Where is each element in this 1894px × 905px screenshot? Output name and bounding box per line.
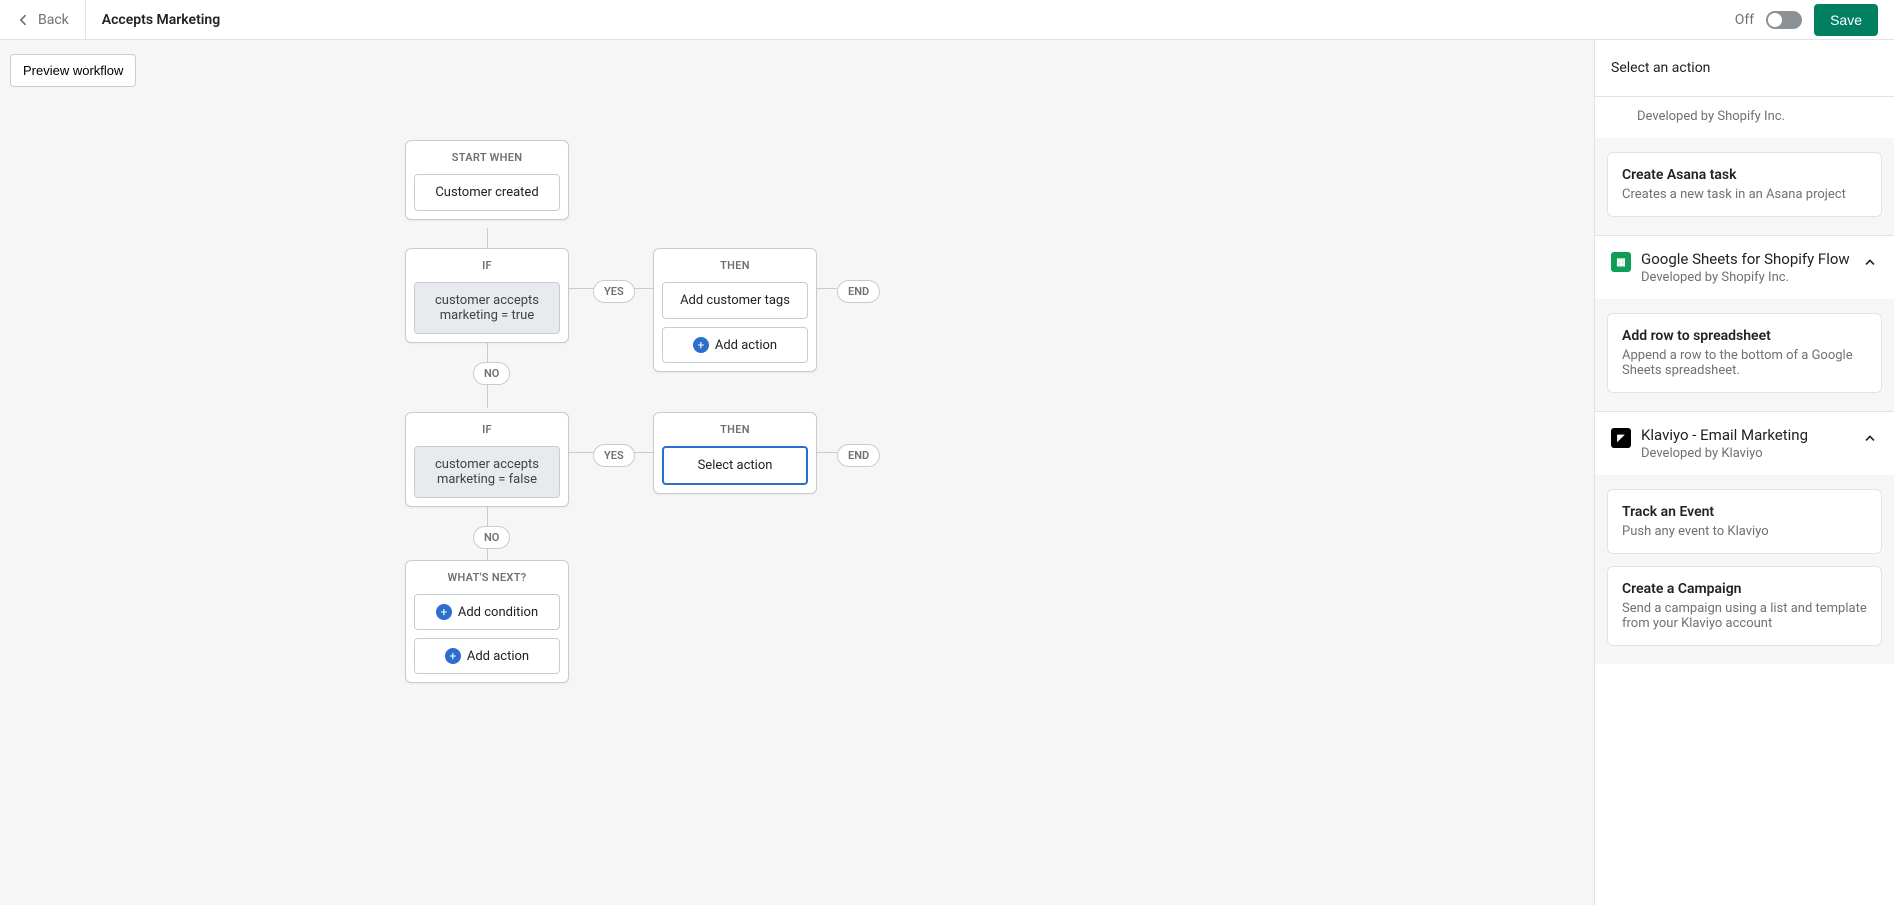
header-left: Back Accepts Marketing	[0, 0, 236, 39]
end-pill-1: END	[837, 280, 880, 303]
kl-text: Klaviyo - Email Marketing Developed by K…	[1641, 426, 1852, 461]
kl-dev: Developed by Klaviyo	[1641, 446, 1852, 461]
no-pill-2: NO	[473, 526, 510, 549]
connector	[487, 228, 488, 250]
add-condition-button[interactable]: + Add condition	[414, 594, 560, 630]
section-google-sheets[interactable]: ▦ Google Sheets for Shopify Flow Develop…	[1595, 235, 1894, 299]
add-action-button-1[interactable]: + Add action	[662, 327, 808, 363]
plus-icon: +	[445, 648, 461, 664]
status-toggle[interactable]	[1766, 11, 1802, 29]
save-button[interactable]: Save	[1814, 4, 1878, 36]
then-node-2[interactable]: THEN Select action	[653, 412, 817, 494]
section-klaviyo[interactable]: ◤ Klaviyo - Email Marketing Developed by…	[1595, 411, 1894, 475]
whats-next-node[interactable]: WHAT'S NEXT? + Add condition + Add actio…	[405, 560, 569, 683]
action-add-tags: Add customer tags	[662, 282, 808, 319]
connector	[817, 452, 837, 453]
no-pill-1: NO	[473, 362, 510, 385]
start-header: START WHEN	[406, 141, 568, 174]
then-header-2: THEN	[654, 413, 816, 446]
plus-icon: +	[693, 337, 709, 353]
dev-by-shopify: Developed by Shopify Inc.	[1595, 97, 1894, 138]
action-create-asana-task[interactable]: Create Asana task Creates a new task in …	[1607, 152, 1882, 217]
workflow-canvas[interactable]: Preview workflow START WHEN Customer cre…	[0, 40, 1594, 905]
arrow-left-icon	[16, 12, 32, 28]
klaviyo-icon: ◤	[1611, 428, 1631, 448]
then-header-1: THEN	[654, 249, 816, 282]
toggle-label: Off	[1735, 12, 1754, 28]
gs-action-title: Add row to spreadsheet	[1622, 328, 1867, 344]
gs-title: Google Sheets for Shopify Flow	[1641, 250, 1852, 268]
action-add-row-spreadsheet[interactable]: Add row to spreadsheet Append a row to t…	[1607, 313, 1882, 393]
back-label: Back	[38, 12, 69, 28]
yes-pill-1: YES	[593, 280, 635, 303]
kl-a2-desc: Send a campaign using a list and templat…	[1622, 601, 1867, 631]
gs-group-body: Add row to spreadsheet Append a row to t…	[1595, 299, 1894, 411]
add-action-button-2[interactable]: + Add action	[414, 638, 560, 674]
start-node[interactable]: START WHEN Customer created	[405, 140, 569, 220]
add-action-label: Add action	[715, 338, 777, 353]
header-right: Off Save	[1735, 4, 1878, 36]
kl-a1-desc: Push any event to Klaviyo	[1622, 524, 1867, 539]
preview-workflow-button[interactable]: Preview workflow	[10, 54, 136, 87]
if-header-2: IF	[406, 413, 568, 446]
add-condition-label: Add condition	[458, 605, 538, 620]
plus-icon: +	[436, 604, 452, 620]
kl-group-body: Track an Event Push any event to Klaviyo…	[1595, 475, 1894, 664]
action-sidebar: Select an action Developed by Shopify In…	[1594, 40, 1894, 905]
main: Preview workflow START WHEN Customer cre…	[0, 40, 1894, 905]
google-sheets-icon: ▦	[1611, 252, 1631, 272]
kl-a1-title: Track an Event	[1622, 504, 1867, 520]
action-create-campaign[interactable]: Create a Campaign Send a campaign using …	[1607, 566, 1882, 646]
kl-title: Klaviyo - Email Marketing	[1641, 426, 1852, 444]
gs-action-desc: Append a row to the bottom of a Google S…	[1622, 348, 1867, 378]
start-body: Customer created	[414, 174, 560, 211]
connector	[817, 288, 837, 289]
select-action-body[interactable]: Select action	[662, 446, 808, 485]
sidebar-title: Select an action	[1595, 40, 1894, 96]
condition-1: customer accepts marketing = true	[414, 282, 560, 334]
asana-desc: Creates a new task in an Asana project	[1622, 187, 1867, 202]
condition-2: customer accepts marketing = false	[414, 446, 560, 498]
back-button[interactable]: Back	[0, 0, 86, 39]
chevron-up-icon	[1862, 254, 1878, 270]
whats-next-header: WHAT'S NEXT?	[406, 561, 568, 594]
asana-title: Create Asana task	[1622, 167, 1867, 183]
end-pill-2: END	[837, 444, 880, 467]
add-action-label-2: Add action	[467, 649, 529, 664]
yes-pill-2: YES	[593, 444, 635, 467]
if-node-1[interactable]: IF customer accepts marketing = true	[405, 248, 569, 343]
action-track-event[interactable]: Track an Event Push any event to Klaviyo	[1607, 489, 1882, 554]
if-header: IF	[406, 249, 568, 282]
if-node-2[interactable]: IF customer accepts marketing = false	[405, 412, 569, 507]
gs-text: Google Sheets for Shopify Flow Developed…	[1641, 250, 1852, 285]
header: Back Accepts Marketing Off Save	[0, 0, 1894, 40]
asana-group-body: Create Asana task Creates a new task in …	[1595, 138, 1894, 235]
then-node-1[interactable]: THEN Add customer tags + Add action	[653, 248, 817, 372]
kl-a2-title: Create a Campaign	[1622, 581, 1867, 597]
chevron-up-icon	[1862, 430, 1878, 446]
gs-dev: Developed by Shopify Inc.	[1641, 270, 1852, 285]
page-title: Accepts Marketing	[86, 12, 236, 28]
